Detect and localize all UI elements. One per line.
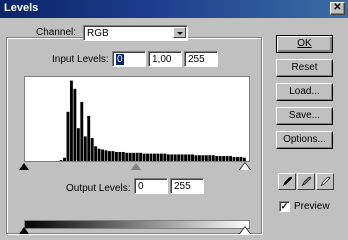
histogram-bar	[76, 128, 80, 161]
histogram-bar	[80, 101, 84, 161]
histogram-bar	[166, 154, 170, 161]
black-eyedropper-button[interactable]	[278, 173, 296, 190]
histogram-bar	[211, 155, 215, 161]
histogram-bar	[94, 146, 98, 161]
save-button[interactable]: Save...	[276, 107, 333, 125]
output-black-slider[interactable]	[19, 227, 29, 234]
preview-label[interactable]: Preview	[294, 201, 330, 212]
histogram-bar	[153, 153, 156, 161]
histogram-bar	[66, 111, 70, 161]
histogram-bar	[173, 154, 177, 161]
close-button[interactable]: ✕	[330, 2, 345, 15]
histogram-bar	[184, 154, 188, 161]
histogram-bar	[236, 156, 239, 161]
histogram-chart	[59, 80, 246, 161]
histogram-bar	[163, 153, 167, 161]
histogram-bar	[73, 88, 77, 161]
histogram-bar	[197, 155, 201, 161]
histogram-bar	[111, 151, 115, 161]
histogram-bar	[229, 156, 233, 161]
histogram-bar	[180, 154, 184, 161]
input-gamma-slider[interactable]	[131, 163, 141, 170]
histogram-bar	[90, 138, 94, 161]
histogram-bar	[101, 149, 105, 161]
histogram-bar	[59, 160, 63, 161]
histogram-bar	[132, 152, 136, 161]
histogram-bar	[215, 156, 219, 161]
histogram-bar	[191, 154, 194, 161]
window-title: Levels	[4, 2, 39, 14]
channel-label: Channel:	[36, 27, 77, 38]
histogram-bar	[142, 153, 146, 161]
levels-dialog: Channel: RGB Input Levels: 0 1,00 255 Ou…	[0, 18, 348, 240]
white-eyedropper-icon	[320, 176, 331, 187]
input-black-slider[interactable]	[19, 163, 29, 170]
input-white-value: 255	[188, 54, 205, 65]
histogram-bar	[242, 157, 246, 161]
ok-button[interactable]: OK	[276, 35, 333, 53]
histogram-bar	[222, 156, 226, 161]
histogram-bar	[159, 153, 163, 161]
histogram-bar	[128, 152, 132, 161]
preview-checkbox[interactable]: ✓	[279, 201, 290, 212]
histogram-bar	[63, 157, 66, 161]
gray-eyedropper-icon	[301, 176, 312, 187]
histogram-bar	[125, 152, 129, 161]
histogram	[24, 76, 250, 162]
histogram-bar	[121, 151, 125, 161]
histogram-bar	[239, 156, 243, 161]
input-white-field[interactable]: 255	[184, 51, 218, 67]
histogram-bar	[104, 150, 108, 161]
white-eyedropper-button[interactable]	[316, 173, 334, 190]
histogram-bar	[69, 80, 73, 161]
output-black-value: 0	[138, 181, 144, 192]
histogram-bar	[135, 152, 139, 161]
gray-eyedropper-button[interactable]	[297, 173, 315, 190]
histogram-bar	[118, 151, 122, 161]
histogram-bar	[114, 151, 118, 161]
title-bar[interactable]: Levels ✕	[0, 0, 348, 18]
histogram-bar	[177, 154, 181, 161]
input-white-slider[interactable]	[240, 163, 250, 170]
histogram-bar	[156, 153, 160, 161]
channel-value: RGB	[87, 28, 109, 39]
output-white-slider[interactable]	[240, 227, 250, 234]
histogram-bar	[97, 148, 101, 161]
histogram-bar	[83, 136, 87, 161]
input-gamma-field[interactable]: 1,00	[148, 51, 182, 67]
input-black-field[interactable]: 0	[112, 51, 146, 67]
output-white-field[interactable]: 255	[170, 178, 204, 194]
chevron-down-icon[interactable]	[173, 27, 186, 38]
output-black-field[interactable]: 0	[134, 178, 168, 194]
histogram-bar	[146, 153, 149, 161]
load-button[interactable]: Load...	[276, 83, 333, 101]
histogram-bar	[225, 156, 229, 161]
input-levels-label: Input Levels:	[52, 54, 109, 65]
ok-button-label: OK	[297, 38, 312, 49]
histogram-bar	[194, 155, 198, 161]
histogram-bar	[170, 154, 174, 161]
histogram-bar	[232, 156, 236, 161]
histogram-bar	[149, 153, 153, 161]
histogram-bar	[208, 155, 212, 161]
histogram-bar	[139, 152, 143, 161]
input-black-value: 0	[116, 54, 124, 65]
histogram-bar	[187, 154, 191, 161]
channel-select[interactable]: RGB	[83, 25, 188, 41]
reset-button[interactable]: Reset	[276, 59, 333, 77]
histogram-bar	[218, 156, 222, 161]
input-gamma-value: 1,00	[152, 54, 172, 65]
output-levels-label: Output Levels:	[66, 183, 131, 194]
histogram-bar	[87, 115, 91, 161]
output-white-value: 255	[174, 181, 191, 192]
options-button[interactable]: Options...	[276, 131, 333, 149]
histogram-bar	[201, 155, 205, 161]
histogram-bar	[204, 155, 208, 161]
histogram-bar	[108, 151, 111, 161]
output-gradient-bar	[24, 220, 250, 229]
black-eyedropper-icon	[282, 176, 293, 187]
